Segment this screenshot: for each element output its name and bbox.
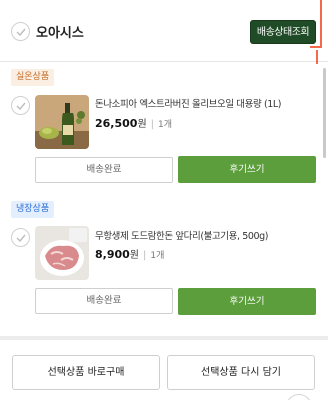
scrollbar[interactable] bbox=[323, 68, 326, 158]
checkmark-icon bbox=[16, 234, 26, 242]
add-to-cart-again-button[interactable]: 선택상품 다시 담기 bbox=[167, 355, 315, 390]
price-row: 8,900원 | 1개 bbox=[95, 246, 164, 261]
write-review-button[interactable]: 후기쓰기 bbox=[178, 156, 316, 183]
olive-oil-image bbox=[35, 95, 89, 149]
product-quantity: 1개 bbox=[158, 120, 173, 130]
delivery-status-button[interactable]: 배송상태조회 bbox=[250, 20, 316, 44]
product-name[interactable]: 무항생제 도드람한돈 앞다리(불고기용, 500g) bbox=[95, 228, 269, 242]
price-row: 26,500원 | 1개 bbox=[95, 115, 172, 130]
product-thumbnail[interactable] bbox=[35, 226, 89, 280]
currency-unit: 원 bbox=[137, 119, 147, 130]
product-quantity: 1개 bbox=[150, 251, 165, 261]
delivery-complete-button[interactable]: 배송완료 bbox=[35, 157, 173, 183]
category-badge: 실온상품 bbox=[11, 69, 55, 86]
pork-image bbox=[35, 226, 89, 280]
store-select-checkbox[interactable] bbox=[11, 22, 30, 41]
highlight-line bbox=[320, 0, 322, 48]
product-price: 26,500 bbox=[95, 117, 138, 130]
delivery-complete-button[interactable]: 배송완료 bbox=[35, 288, 173, 314]
product-price: 8,900 bbox=[95, 248, 130, 261]
product-name[interactable]: 돈나소피아 엑스트라버진 올리브오일 대용량 (1L) bbox=[95, 96, 281, 110]
divider: | bbox=[150, 119, 155, 130]
checkmark-icon bbox=[16, 28, 26, 36]
store-header: 오아시스 배송상태조회 bbox=[0, 0, 328, 62]
checkmark-icon bbox=[16, 102, 26, 110]
order-card: 오아시스 배송상태조회 실온상품 돈나소피아 엑스트라버진 올리브오일 대용량 … bbox=[0, 0, 328, 336]
highlight-line bbox=[316, 50, 318, 64]
write-review-button[interactable]: 후기쓰기 bbox=[178, 288, 316, 315]
item-select-checkbox[interactable] bbox=[11, 228, 30, 247]
category-badge: 냉장상품 bbox=[11, 201, 55, 218]
currency-unit: 원 bbox=[129, 250, 139, 261]
buy-selected-button[interactable]: 선택상품 바로구매 bbox=[12, 355, 160, 390]
item-select-checkbox[interactable] bbox=[11, 96, 30, 115]
product-thumbnail[interactable] bbox=[35, 95, 89, 149]
store-name: 오아시스 bbox=[36, 26, 84, 41]
divider: | bbox=[143, 250, 147, 261]
highlight-line bbox=[310, 46, 322, 48]
